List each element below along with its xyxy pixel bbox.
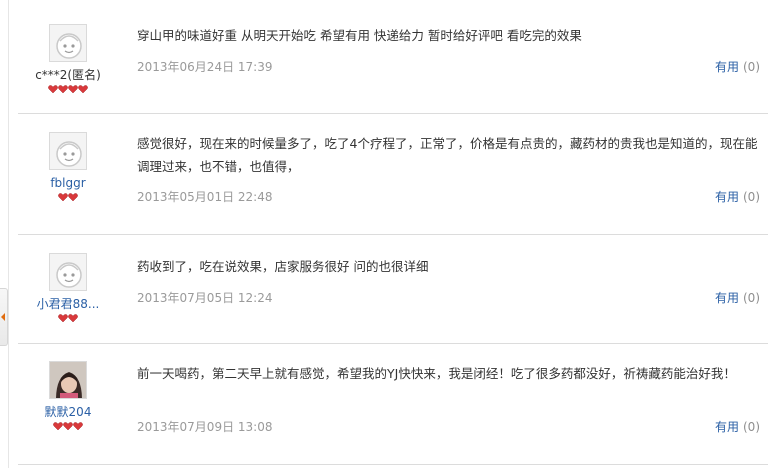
user-rank <box>18 84 118 95</box>
heart-rank-icon <box>68 193 78 202</box>
heart-rank-icon <box>68 314 78 323</box>
review-date: 2013年05月01日 22:48 <box>137 190 273 204</box>
review-date: 2013年06月24日 17:39 <box>137 60 273 74</box>
useful-button[interactable]: 有用 (0) <box>715 188 760 205</box>
heart-rank-icon <box>58 193 68 202</box>
useful-label[interactable]: 有用 <box>715 190 739 204</box>
default-avatar-icon[interactable] <box>49 24 87 62</box>
review-date: 2013年07月05日 12:24 <box>137 291 273 305</box>
review-user: 小君君88... <box>18 253 118 324</box>
review-date: 2013年07月09日 13:08 <box>137 420 273 434</box>
useful-count: (0) <box>743 420 760 434</box>
heart-rank-icon <box>78 85 88 94</box>
user-photo-avatar[interactable] <box>49 361 87 399</box>
heart-rank-icon <box>63 422 73 431</box>
review-item: 小君君88... 药收到了，吃在说效果，店家服务很好 问的也很详细 2013年0… <box>18 235 768 344</box>
left-divider <box>8 0 9 468</box>
review-item: c***2(匿名) 穿山甲的味道好重 从明天开始吃 希望有用 快递给力 暂时给好… <box>18 0 768 114</box>
heart-rank-icon <box>68 85 78 94</box>
review-content: 穿山甲的味道好重 从明天开始吃 希望有用 快递给力 暂时给好评吧 看吃完的效果 <box>137 28 582 43</box>
useful-button[interactable]: 有用 (0) <box>715 418 760 435</box>
user-rank <box>18 313 118 324</box>
useful-button[interactable]: 有用 (0) <box>715 289 760 306</box>
heart-rank-icon <box>58 85 68 94</box>
review-user: 默默204 <box>18 361 118 432</box>
useful-button[interactable]: 有用 (0) <box>715 58 760 75</box>
side-collapse-tab[interactable] <box>0 288 8 346</box>
heart-rank-icon <box>53 422 63 431</box>
useful-count: (0) <box>743 291 760 305</box>
review-user: fblggr <box>18 132 118 203</box>
useful-label[interactable]: 有用 <box>715 60 739 74</box>
review-item: 默默204 前一天喝药，第二天早上就有感觉，希望我的YJ快快来，我是闭经！吃了很… <box>18 344 768 465</box>
heart-rank-icon <box>48 85 58 94</box>
useful-label[interactable]: 有用 <box>715 420 739 434</box>
useful-label[interactable]: 有用 <box>715 291 739 305</box>
review-content: 药收到了，吃在说效果，店家服务很好 问的也很详细 <box>137 259 429 274</box>
review-user: c***2(匿名) <box>18 24 118 95</box>
review-username[interactable]: 小君君88... <box>18 297 118 311</box>
user-rank <box>18 421 118 432</box>
user-rank <box>18 192 118 203</box>
review-username[interactable]: 默默204 <box>18 405 118 419</box>
review-username[interactable]: fblggr <box>18 176 118 190</box>
default-avatar-icon[interactable] <box>49 253 87 291</box>
useful-count: (0) <box>743 190 760 204</box>
heart-rank-icon <box>73 422 83 431</box>
heart-rank-icon <box>58 314 68 323</box>
default-avatar-icon[interactable] <box>49 132 87 170</box>
review-username: c***2(匿名) <box>35 68 101 82</box>
review-content: 前一天喝药，第二天早上就有感觉，希望我的YJ快快来，我是闭经！吃了很多药都没好，… <box>137 366 736 381</box>
review-item: fblggr 感觉很好，现在来的时候量多了，吃了4个疗程了，正常了，价格是有点贵… <box>18 114 768 235</box>
useful-count: (0) <box>743 60 760 74</box>
review-content: 感觉很好，现在来的时候量多了，吃了4个疗程了，正常了，价格是有点贵的，藏药材的贵… <box>137 136 758 174</box>
